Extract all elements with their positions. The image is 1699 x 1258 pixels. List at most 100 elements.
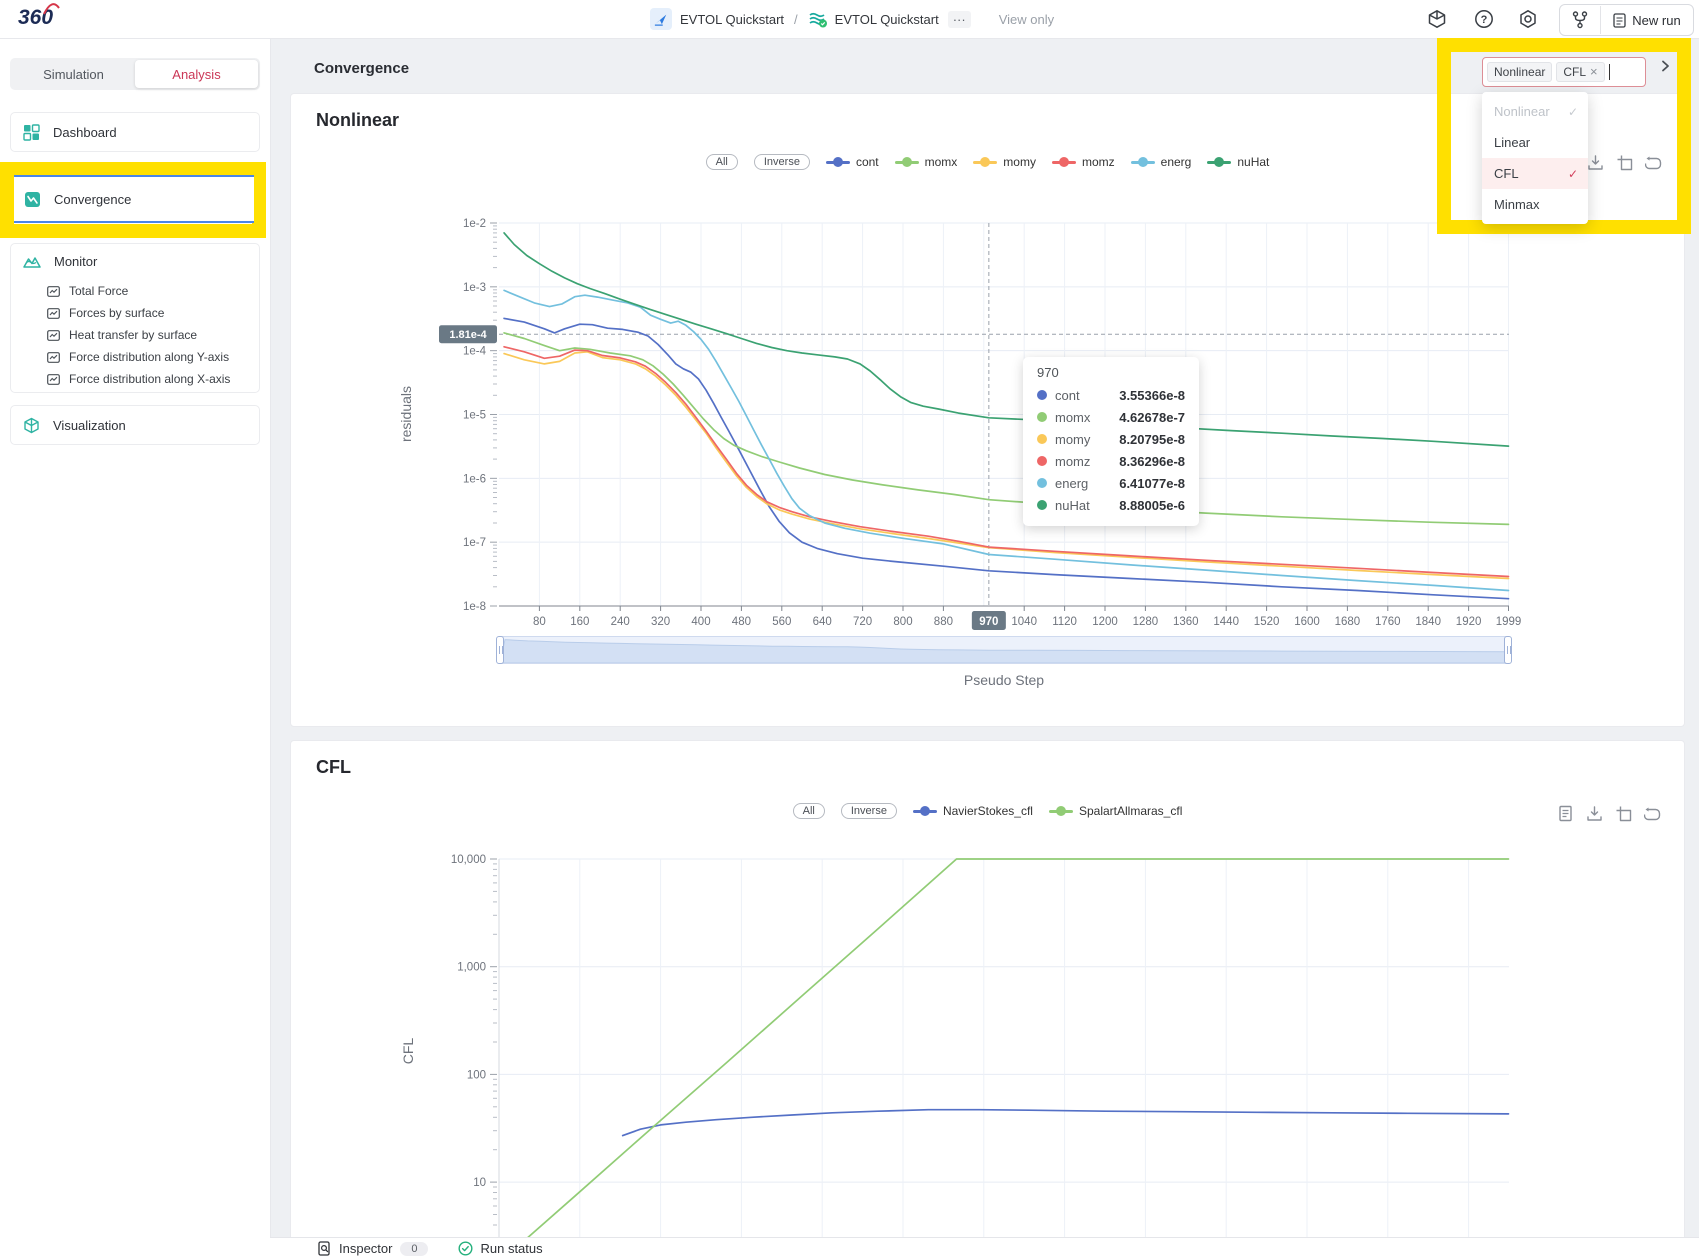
svg-text:?: ? [1481, 14, 1488, 26]
svg-text:CFL: CFL [400, 1038, 416, 1065]
page-title: Convergence [314, 60, 409, 77]
svg-text:320: 320 [651, 616, 670, 628]
inspector-icon [318, 1241, 332, 1256]
remove-tag-icon[interactable]: × [1590, 67, 1598, 77]
chart-type-select[interactable]: Nonlinear CFL× [1482, 57, 1646, 87]
convergence-icon [24, 191, 41, 208]
sidebar-item-monitor[interactable]: Monitor [11, 244, 259, 278]
tooltip-row-nuHat: nuHat8.88005e-6 [1037, 494, 1185, 516]
run-actions-group: New run [1559, 4, 1694, 36]
app-logo[interactable]: 360 [18, 6, 53, 30]
svg-text:1e-6: 1e-6 [463, 473, 486, 485]
tab-analysis[interactable]: Analysis [135, 60, 258, 88]
x-axis-title: Pseudo Step [499, 672, 1509, 688]
tooltip-row-energ: energ6.41077e-8 [1037, 472, 1185, 494]
svg-text:1360: 1360 [1173, 616, 1199, 628]
svg-text:10: 10 [473, 1177, 486, 1189]
slider-handle-right[interactable] [1504, 636, 1512, 664]
fork-icon[interactable] [1560, 11, 1600, 29]
assets-cube-icon[interactable] [1427, 9, 1447, 29]
check-icon: ✓ [1568, 105, 1578, 119]
menu-option-minmax[interactable]: Minmax [1482, 189, 1588, 220]
sidebar-group-monitor: Monitor Total ForceForces by surfaceHeat… [10, 243, 260, 393]
dashboard-icon [23, 124, 40, 141]
svg-text:1280: 1280 [1133, 616, 1159, 628]
svg-text:100: 100 [467, 1069, 486, 1081]
menu-option-nonlinear: Nonlinear✓ [1482, 96, 1588, 127]
sidebar-subitem-force-distribution-along-y-axis[interactable]: Force distribution along Y-axis [11, 346, 259, 368]
project-plane-icon [650, 8, 672, 30]
run-status-check-icon [458, 1241, 473, 1256]
monitor-label: Monitor [54, 254, 97, 269]
cfl-chart[interactable]: 10,000 1,000 100 10 CFL [291, 741, 1686, 1258]
nonlinear-chart[interactable]: 1e-21e-31e-41e-51e-61e-71e-8801602403204… [291, 94, 1686, 728]
svg-text:residuals: residuals [398, 386, 414, 442]
tooltip-step: 970 [1037, 365, 1185, 380]
sidebar-subitem-total-force[interactable]: Total Force [11, 280, 259, 302]
mode-tabs: Simulation Analysis [10, 58, 260, 90]
tooltip-row-momz: momz8.36296e-8 [1037, 450, 1185, 472]
svg-text:400: 400 [691, 616, 710, 628]
tab-simulation[interactable]: Simulation [12, 60, 135, 88]
top-bar: 360 EVTOL Quickstart / EVTOL Quickstart … [0, 0, 1699, 39]
selected-tag-cfl[interactable]: CFL× [1556, 62, 1604, 82]
visualization-icon [23, 417, 40, 434]
breadcrumb-more-button[interactable]: ··· [948, 11, 971, 28]
svg-text:720: 720 [853, 616, 872, 628]
status-bar: Inspector 0 Run status [270, 1237, 1699, 1258]
view-only-label: View only [999, 12, 1054, 27]
help-icon[interactable]: ? [1474, 9, 1494, 29]
svg-text:240: 240 [611, 616, 630, 628]
svg-text:880: 880 [934, 616, 953, 628]
tooltip-row-cont: cont3.55366e-8 [1037, 384, 1185, 406]
svg-text:1840: 1840 [1415, 616, 1441, 628]
inspector-button[interactable]: Inspector 0 [318, 1241, 428, 1256]
cfl-chart-card: CFL AllInverseNavierStokes_cflSpalartAll… [290, 740, 1685, 1258]
sidebar-item-visualization[interactable]: Visualization [10, 405, 260, 445]
svg-text:800: 800 [893, 616, 912, 628]
svg-text:1920: 1920 [1456, 616, 1482, 628]
x-range-slider[interactable] [499, 636, 1509, 664]
tooltip-row-momx: momx4.62678e-7 [1037, 406, 1185, 428]
svg-text:10,000: 10,000 [451, 854, 486, 866]
menu-option-cfl[interactable]: CFL✓ [1482, 158, 1588, 189]
svg-text:160: 160 [570, 616, 589, 628]
new-run-button[interactable]: New run [1601, 13, 1693, 28]
slider-minimap [500, 637, 1508, 663]
svg-text:970: 970 [979, 616, 998, 628]
monitor-icon [23, 254, 41, 269]
sidebar-subitem-forces-by-surface[interactable]: Forces by surface [11, 302, 259, 324]
document-icon [1613, 13, 1626, 28]
settings-gear-icon[interactable] [1518, 9, 1538, 29]
svg-text:1e-5: 1e-5 [463, 410, 486, 422]
svg-text:640: 640 [813, 616, 832, 628]
chart-type-menu: Nonlinear✓LinearCFL✓Minmax [1482, 92, 1588, 224]
slider-handle-left[interactable] [496, 636, 504, 664]
nonlinear-chart-card: Nonlinear AllInversecontmomxmomymomzener… [290, 93, 1685, 727]
menu-option-linear[interactable]: Linear [1482, 127, 1588, 158]
collapse-panel-chevron-icon[interactable] [1658, 59, 1672, 78]
svg-text:1760: 1760 [1375, 616, 1401, 628]
tooltip-row-momy: momy8.20795e-8 [1037, 428, 1185, 450]
svg-text:1,000: 1,000 [457, 962, 486, 974]
logo-swoosh-icon [43, 2, 61, 16]
svg-text:480: 480 [732, 616, 751, 628]
sidebar-subitem-heat-transfer-by-surface[interactable]: Heat transfer by surface [11, 324, 259, 346]
sidebar-item-dashboard[interactable]: Dashboard [10, 112, 260, 152]
sidebar-item-convergence[interactable]: Convergence [14, 175, 254, 223]
breadcrumb-project[interactable]: EVTOL Quickstart [680, 12, 784, 27]
svg-text:1600: 1600 [1294, 616, 1320, 628]
sidebar: Simulation Analysis Dashboard Convergenc… [0, 38, 271, 1258]
selected-tag-nonlinear[interactable]: Nonlinear [1487, 62, 1552, 82]
inspector-count-badge: 0 [400, 1242, 428, 1256]
svg-text:80: 80 [533, 616, 546, 628]
check-icon: ✓ [1568, 167, 1578, 181]
svg-text:1999: 1999 [1496, 616, 1522, 628]
dashboard-label: Dashboard [53, 125, 117, 140]
run-status-button[interactable]: Run status [458, 1241, 542, 1256]
breadcrumb-run[interactable]: EVTOL Quickstart [835, 12, 939, 27]
svg-text:1.81e-4: 1.81e-4 [449, 329, 487, 341]
sidebar-subitem-force-distribution-along-x-axis[interactable]: Force distribution along X-axis [11, 368, 259, 390]
svg-text:1e-7: 1e-7 [463, 537, 486, 549]
svg-text:1e-3: 1e-3 [463, 282, 486, 294]
